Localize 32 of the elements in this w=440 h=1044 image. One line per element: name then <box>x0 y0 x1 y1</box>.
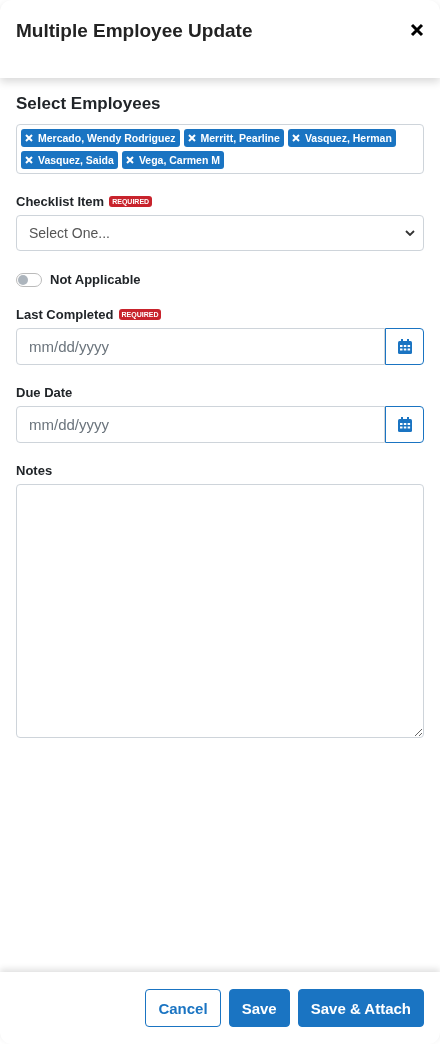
employee-chip[interactable]: Vasquez, Herman <box>287 129 396 147</box>
employee-multiselect[interactable]: Mercado, Wendy Rodriguez Merritt, Pearline Vasquez, Herman Vasquez, Saida Vega, Carmen M <box>16 124 424 174</box>
field-label: Checklist Item <box>16 194 105 209</box>
checklist-select[interactable]: Select One... <box>16 215 424 251</box>
toggle-label: Not Applicable <box>50 272 141 287</box>
calendar-icon <box>397 339 412 354</box>
remove-icon[interactable] <box>25 134 33 142</box>
calendar-button[interactable] <box>385 406 424 443</box>
action-button[interactable]: Cancel <box>145 989 221 1027</box>
remove-icon[interactable] <box>25 156 33 164</box>
dialog-title: Multiple Employee Update <box>16 20 253 42</box>
calendar-icon <box>397 417 412 432</box>
calendar-button[interactable] <box>385 328 424 365</box>
notes-field[interactable] <box>16 484 424 738</box>
employee-chip[interactable]: Vega, Carmen M <box>121 151 224 169</box>
toggle-switch[interactable] <box>16 272 42 287</box>
action-button[interactable]: Save & Attach <box>297 989 424 1027</box>
field-label: Last Completed <box>16 307 114 322</box>
employee-chip[interactable]: Vasquez, Saida <box>21 151 118 169</box>
date-field[interactable]: mm/dd/yyyy <box>16 406 385 443</box>
employee-chip[interactable]: Mercado, Wendy Rodriguez <box>21 129 180 147</box>
remove-icon[interactable] <box>187 134 196 142</box>
remove-icon[interactable] <box>125 156 134 164</box>
close-icon[interactable] <box>410 23 424 37</box>
employee-chip[interactable]: Merritt, Pearline <box>183 129 284 147</box>
field-label: Notes <box>16 463 53 478</box>
date-field[interactable]: mm/dd/yyyy <box>16 328 385 365</box>
field-label: Due Date <box>16 385 73 400</box>
chevron-icon <box>405 230 415 236</box>
section-heading: Select Employees <box>16 94 161 114</box>
action-button[interactable]: Save <box>228 989 290 1027</box>
remove-icon[interactable] <box>291 134 300 142</box>
